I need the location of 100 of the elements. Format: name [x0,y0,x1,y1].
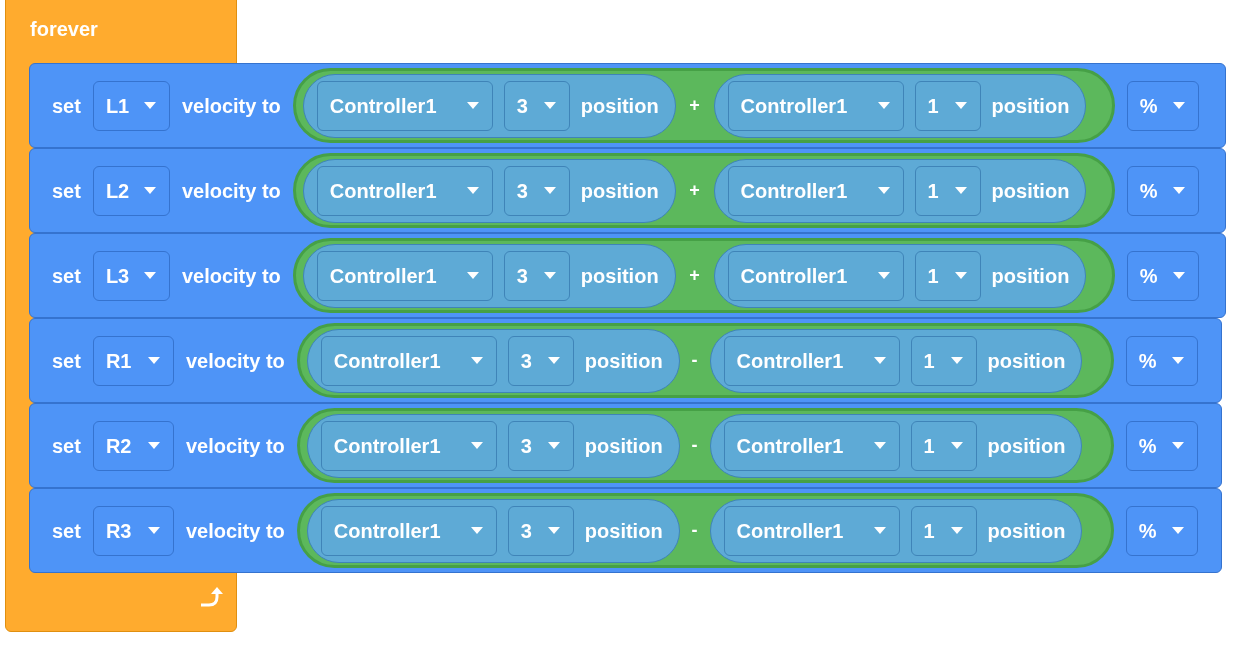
caret-icon [465,186,480,195]
set-velocity-block[interactable]: set L1 velocity to Controller1 3 position + Controller1 1 position % [29,63,1226,148]
controller-dropdown[interactable]: Controller1 [316,250,493,301]
controller-dropdown[interactable]: Controller1 [320,335,497,386]
caret-icon [949,441,964,450]
block-label: set [52,433,81,459]
operator-reporter[interactable]: Controller1 3 position + Controller1 1 position [292,153,1115,228]
axis-dropdown[interactable]: 3 [503,165,570,216]
position-reporter[interactable]: Controller1 1 position [709,413,1083,478]
reporter-label: position [580,263,659,289]
reporter-label: position [991,93,1070,119]
motor-dropdown[interactable]: L2 [92,165,170,216]
position-reporter[interactable]: Controller1 3 position [302,243,676,308]
unit-dropdown[interactable]: % [1126,250,1199,301]
position-reporter[interactable]: Controller1 1 position [709,328,1083,393]
controller-dropdown[interactable]: Controller1 [316,165,493,216]
reporter-label: position [987,348,1066,374]
caret-icon [949,356,964,365]
caret-icon [953,101,968,110]
motor-dropdown[interactable]: L3 [92,250,170,301]
axis-dropdown[interactable]: 3 [503,80,570,131]
operator-reporter[interactable]: Controller1 3 position - Controller1 1 position [296,408,1114,483]
axis-dropdown[interactable]: 1 [910,335,977,386]
controller-dropdown[interactable]: Controller1 [723,420,900,471]
controller-dropdown[interactable]: Controller1 [723,505,900,556]
caret-icon [542,101,557,110]
operator-reporter[interactable]: Controller1 3 position + Controller1 1 position [292,238,1115,313]
caret-icon [142,101,157,110]
motor-dropdown[interactable]: R2 [92,420,174,471]
axis-dropdown[interactable]: 3 [507,420,574,471]
caret-icon [546,441,561,450]
caret-icon [1170,526,1185,535]
unit-dropdown[interactable]: % [1125,420,1198,471]
motor-dropdown[interactable]: L1 [92,80,170,131]
controller-dropdown[interactable]: Controller1 [727,80,904,131]
caret-icon [1171,186,1186,195]
position-reporter[interactable]: Controller1 3 position [306,328,680,393]
caret-icon [465,271,480,280]
axis-dropdown[interactable]: 1 [914,250,981,301]
position-reporter[interactable]: Controller1 1 position [709,498,1083,563]
caret-icon [465,101,480,110]
caret-icon [876,271,891,280]
position-reporter[interactable]: Controller1 1 position [713,158,1087,223]
operator-reporter[interactable]: Controller1 3 position + Controller1 1 position [292,68,1115,143]
position-reporter[interactable]: Controller1 1 position [713,243,1087,308]
axis-dropdown[interactable]: 3 [507,505,574,556]
reporter-label: position [987,518,1066,544]
block-label: velocity to [181,93,281,119]
controller-dropdown[interactable]: Controller1 [727,165,904,216]
controller-dropdown[interactable]: Controller1 [320,505,497,556]
reporter-label: position [987,433,1066,459]
position-reporter[interactable]: Controller1 3 position [306,413,680,478]
caret-icon [872,441,887,450]
caret-icon [1170,356,1185,365]
set-velocity-block[interactable]: set R3 velocity to Controller1 3 position - Controller1 1 position % [29,488,1222,573]
caret-icon [546,356,561,365]
position-reporter[interactable]: Controller1 1 position [713,73,1087,138]
position-reporter[interactable]: Controller1 3 position [302,158,676,223]
unit-dropdown[interactable]: % [1125,335,1198,386]
block-label: velocity to [181,178,281,204]
controller-dropdown[interactable]: Controller1 [320,420,497,471]
caret-icon [146,526,161,535]
axis-dropdown[interactable]: 1 [914,80,981,131]
reporter-label: position [584,433,663,459]
motor-dropdown[interactable]: R1 [92,335,174,386]
operator-symbol: + [688,94,701,117]
operator-symbol: - [690,434,699,457]
caret-icon [949,526,964,535]
operator-reporter[interactable]: Controller1 3 position - Controller1 1 position [296,323,1114,398]
block-label: velocity to [181,263,281,289]
controller-dropdown[interactable]: Controller1 [727,250,904,301]
motor-dropdown[interactable]: R3 [92,505,174,556]
reporter-label: position [580,178,659,204]
set-velocity-block[interactable]: set L2 velocity to Controller1 3 position + Controller1 1 position % [29,148,1226,233]
set-velocity-block[interactable]: set L3 velocity to Controller1 3 position + Controller1 1 position % [29,233,1226,318]
caret-icon [142,271,157,280]
unit-dropdown[interactable]: % [1125,505,1198,556]
position-reporter[interactable]: Controller1 3 position [302,73,676,138]
reporter-label: position [584,348,663,374]
set-velocity-block[interactable]: set R2 velocity to Controller1 3 position - Controller1 1 position % [29,403,1222,488]
caret-icon [876,186,891,195]
caret-icon [542,186,557,195]
controller-dropdown[interactable]: Controller1 [316,80,493,131]
unit-dropdown[interactable]: % [1126,165,1199,216]
caret-icon [542,271,557,280]
block-label: velocity to [185,433,285,459]
operator-reporter[interactable]: Controller1 3 position - Controller1 1 position [296,493,1114,568]
axis-dropdown[interactable]: 1 [914,165,981,216]
position-reporter[interactable]: Controller1 3 position [306,498,680,563]
caret-icon [1171,101,1186,110]
unit-dropdown[interactable]: % [1126,80,1199,131]
caret-icon [876,101,891,110]
axis-dropdown[interactable]: 1 [910,505,977,556]
axis-dropdown[interactable]: 3 [503,250,570,301]
set-velocity-block[interactable]: set R1 velocity to Controller1 3 position - Controller1 1 position % [29,318,1222,403]
controller-dropdown[interactable]: Controller1 [723,335,900,386]
caret-icon [953,186,968,195]
axis-dropdown[interactable]: 3 [507,335,574,386]
axis-dropdown[interactable]: 1 [910,420,977,471]
caret-icon [953,271,968,280]
